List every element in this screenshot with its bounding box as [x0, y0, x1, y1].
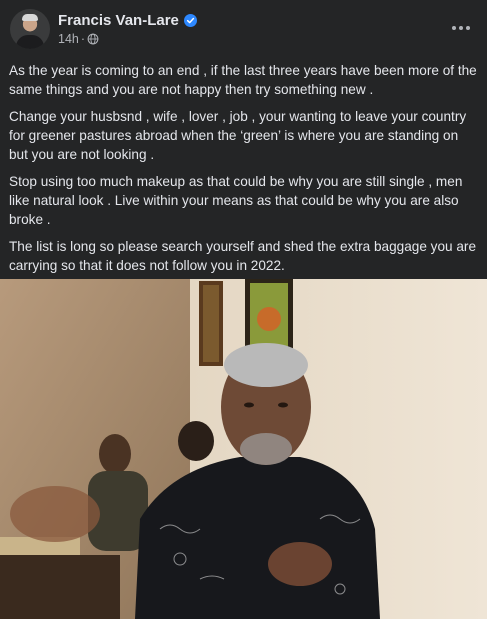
- meta-separator: ·: [80, 32, 86, 46]
- post-paragraph: The list is long so please search yourse…: [9, 239, 477, 273]
- post-paragraph: Change your husbsnd , wife , lover , job…: [9, 109, 467, 162]
- more-options-icon[interactable]: [449, 18, 473, 38]
- post-body: As the year is coming to an end , if the…: [9, 61, 479, 283]
- photo-illustration: [0, 279, 487, 619]
- author-row: Francis Van-Lare: [58, 10, 197, 30]
- avatar[interactable]: [10, 9, 50, 49]
- author-name[interactable]: Francis Van-Lare: [58, 12, 179, 29]
- post-photo[interactable]: [0, 279, 487, 619]
- post-header: Francis Van-Lare 14h ·: [0, 0, 487, 58]
- avatar-suit: [16, 35, 44, 49]
- post-meta: 14h ·: [58, 31, 99, 47]
- post-paragraph: Stop using too much makeup as that could…: [9, 174, 463, 227]
- post-paragraph: As the year is coming to an end , if the…: [9, 63, 477, 97]
- verified-badge-icon: [183, 13, 197, 27]
- globe-icon[interactable]: [87, 33, 99, 45]
- post-timestamp[interactable]: 14h: [58, 32, 79, 46]
- avatar-hair: [22, 14, 38, 21]
